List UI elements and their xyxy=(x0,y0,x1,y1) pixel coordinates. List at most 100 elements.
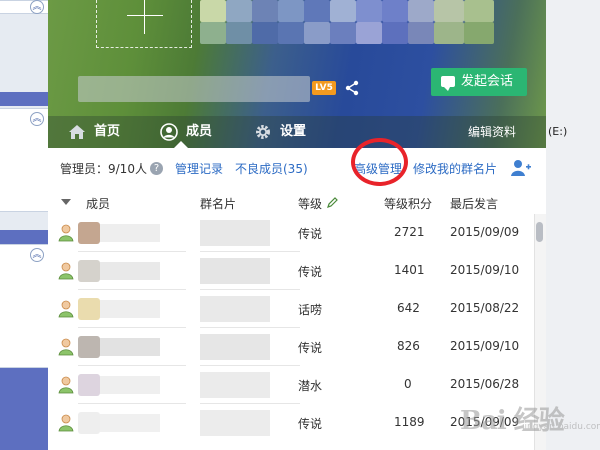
mosaic-block xyxy=(464,0,494,22)
table-row[interactable]: 传说 1401 2015/09/10 xyxy=(48,252,534,290)
level-cell: 潜水 xyxy=(298,379,323,393)
plus-icon xyxy=(144,0,145,34)
active-tab-indicator xyxy=(174,141,188,148)
chat-icon xyxy=(441,76,455,91)
collapse-icon[interactable]: ︽ xyxy=(30,248,44,262)
member-name-blurred xyxy=(100,224,160,242)
tab-label: 成员 xyxy=(186,124,213,139)
member-name-blurred xyxy=(100,414,160,432)
mosaic-block xyxy=(226,22,252,44)
group-card-blurred xyxy=(200,258,270,284)
group-window: LV5 发起会话 首页 成员 设置 编辑资料 管理员：9/10人 ? 管理记录 … xyxy=(48,0,546,450)
header-member[interactable]: 成员 xyxy=(86,195,110,212)
home-icon xyxy=(69,125,85,139)
mosaic-block xyxy=(356,0,382,22)
tab-bar: 首页 成员 设置 编辑资料 xyxy=(48,116,546,148)
bad-members-link[interactable]: 不良成员(35) xyxy=(235,160,308,177)
background-band xyxy=(0,92,48,106)
tab-settings[interactable]: 设置 xyxy=(254,116,314,148)
highlight-circle xyxy=(351,138,408,186)
start-chat-label: 发起会话 xyxy=(461,74,514,89)
edit-icon[interactable] xyxy=(327,196,339,208)
group-name-blurred xyxy=(78,76,310,102)
group-card-blurred xyxy=(200,372,270,398)
level-cell: 传说 xyxy=(298,341,323,355)
background-band xyxy=(0,368,48,450)
mosaic-block xyxy=(382,22,408,44)
points-cell: 642 xyxy=(397,301,420,315)
collapse-icon[interactable]: ︽ xyxy=(30,0,44,14)
edit-my-card-link[interactable]: 修改我的群名片 xyxy=(413,160,497,177)
level-cell: 传说 xyxy=(298,417,323,431)
gear-icon xyxy=(256,125,270,139)
tab-home[interactable]: 首页 xyxy=(68,116,128,148)
group-card-blurred xyxy=(200,296,270,322)
mosaic-block xyxy=(252,0,278,22)
tab-label: 设置 xyxy=(280,124,307,139)
last-post-cell: 2015/08/22 xyxy=(450,301,520,315)
table-row[interactable]: 传说 2721 2015/09/09 xyxy=(48,214,534,252)
avatar xyxy=(78,412,100,434)
sort-caret-icon[interactable] xyxy=(61,199,71,205)
member-role-icon xyxy=(58,224,74,242)
avatar xyxy=(78,222,100,244)
mosaic-block xyxy=(434,0,464,22)
background-band xyxy=(0,244,48,368)
points-cell: 0 xyxy=(404,377,412,391)
level-cell: 传说 xyxy=(298,227,323,241)
mosaic-block xyxy=(408,22,434,44)
group-banner: LV5 发起会话 首页 成员 设置 编辑资料 xyxy=(48,0,546,148)
help-icon[interactable]: ? xyxy=(150,162,163,175)
mosaic-block xyxy=(330,22,356,44)
header-group-card[interactable]: 群名片 xyxy=(200,195,236,212)
level-cell: 传说 xyxy=(298,265,323,279)
last-post-cell: 2015/09/09 xyxy=(450,225,520,239)
member-name-blurred xyxy=(100,376,160,394)
watermark-url: jingyan.baidu.com xyxy=(522,422,600,432)
background-band xyxy=(0,230,48,244)
group-card-blurred xyxy=(200,220,270,246)
member-name-blurred xyxy=(100,262,160,280)
group-card-blurred xyxy=(200,334,270,360)
table-row[interactable]: 传说 826 2015/09/10 xyxy=(48,328,534,366)
mosaic-block xyxy=(304,0,330,22)
plus-icon xyxy=(127,15,163,16)
points-cell: 2721 xyxy=(394,225,425,239)
mosaic-block xyxy=(408,0,434,22)
last-post-cell: 2015/09/10 xyxy=(450,339,520,353)
mosaic-block xyxy=(434,22,464,44)
last-post-cell: 2015/06/28 xyxy=(450,377,520,391)
header-points[interactable]: 等级积分 xyxy=(384,195,432,212)
admin-bar: 管理员：9/10人 ? 管理记录 不良成员(35) 高级管理 修改我的群名片 xyxy=(48,148,546,188)
collapse-icon[interactable]: ︽ xyxy=(30,112,44,126)
table-row[interactable]: 话唠 642 2015/08/22 xyxy=(48,290,534,328)
last-post-cell: 2015/09/10 xyxy=(450,263,520,277)
drive-label: (E:) xyxy=(548,125,568,138)
avatar xyxy=(78,298,100,320)
member-role-icon xyxy=(58,262,74,280)
mosaic-block xyxy=(464,22,494,44)
background-app-right xyxy=(546,0,600,450)
watermark: Bai 经验 jingyan.baidu.com xyxy=(460,392,600,438)
share-icon[interactable] xyxy=(344,80,360,96)
admin-count: 管理员：9/10人 xyxy=(60,162,147,176)
avatar xyxy=(78,336,100,358)
background-app-left: ︽ ︽ ︽ xyxy=(0,0,48,450)
mosaic-block xyxy=(278,0,304,22)
mosaic-block xyxy=(382,0,408,22)
header-level[interactable]: 等级 xyxy=(298,195,322,212)
manage-log-link[interactable]: 管理记录 xyxy=(175,160,223,177)
tab-label: 首页 xyxy=(94,124,121,139)
tab-members[interactable]: 成员 xyxy=(160,116,220,148)
header-last-post[interactable]: 最后发言 xyxy=(450,195,498,212)
mosaic-block xyxy=(252,22,278,44)
add-member-icon[interactable] xyxy=(510,158,532,178)
points-cell: 826 xyxy=(397,339,420,353)
group-avatar-upload[interactable] xyxy=(96,0,192,48)
points-cell: 1189 xyxy=(394,415,425,429)
edit-profile-link[interactable]: 编辑资料 xyxy=(468,116,516,148)
start-chat-button[interactable]: 发起会话 xyxy=(431,68,527,96)
points-cell: 1401 xyxy=(394,263,425,277)
scrollbar-thumb[interactable] xyxy=(536,222,543,242)
member-role-icon xyxy=(58,300,74,318)
